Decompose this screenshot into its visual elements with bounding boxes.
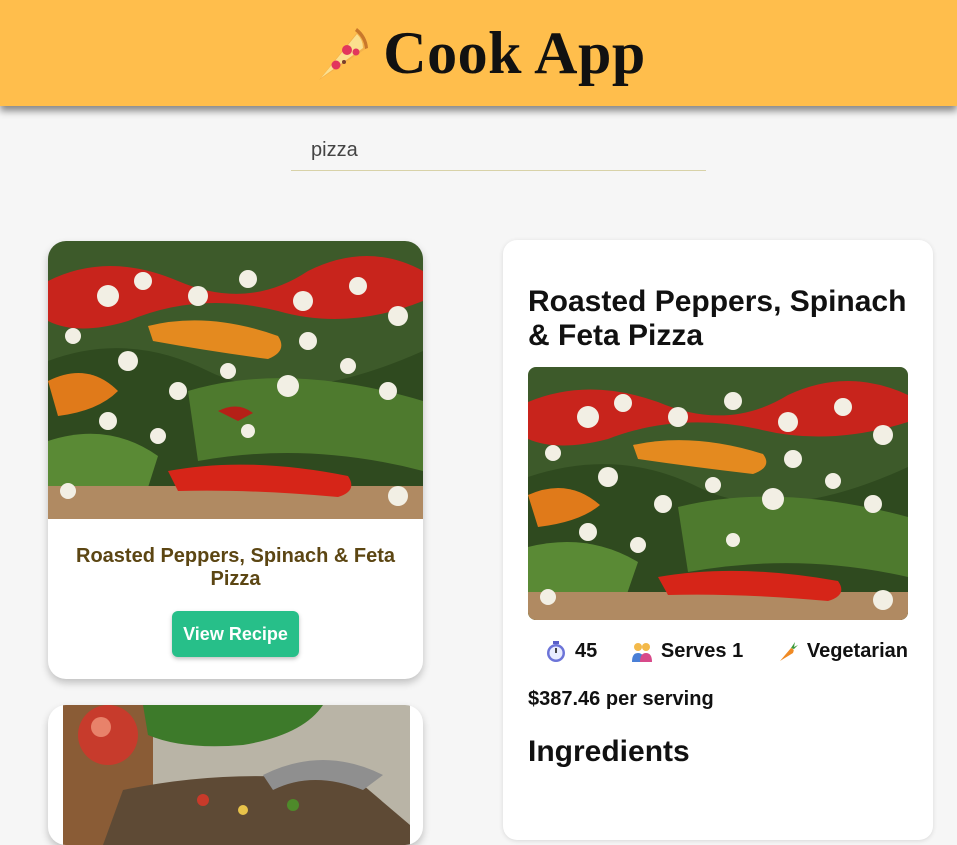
recipe-detail-image [528, 367, 908, 620]
recipe-meta: 45 Serves 1 Vegetarian [528, 640, 908, 663]
stopwatch-icon [547, 640, 565, 662]
recipe-image[interactable] [63, 705, 410, 845]
diet-type: Vegetarian [777, 640, 908, 663]
brand: Cook App [311, 22, 645, 84]
cook-time-value: 45 [575, 640, 598, 662]
recipe-card [48, 705, 423, 845]
ingredients-heading: Ingredients [528, 735, 690, 768]
recipe-detail-title: Roasted Peppers, Spinach & Feta Pizza [528, 285, 907, 352]
carrot-icon [779, 641, 798, 661]
servings: Serves 1 [631, 640, 743, 663]
search-input[interactable] [291, 131, 706, 170]
app-header: Cook App [0, 0, 957, 106]
view-recipe-button[interactable]: View Recipe [172, 611, 299, 657]
recipe-image[interactable] [48, 241, 423, 519]
price-per-serving: $387.46 per serving [528, 688, 714, 710]
recipe-card-title: Roasted Peppers, Spinach & Feta Pizza [76, 545, 395, 590]
recipe-detail-panel: Roasted Peppers, Spinach & Feta Pizza 45… [503, 240, 933, 840]
pizza-icon [319, 28, 369, 80]
cook-time: 45 [545, 640, 597, 663]
diet-value: Vegetarian [806, 640, 908, 662]
recipe-card: Roasted Peppers, Spinach & Feta Pizza Vi… [48, 241, 423, 679]
app-title: Cook App [383, 20, 646, 86]
search-bar [291, 131, 706, 171]
people-icon [631, 642, 652, 662]
servings-value: Serves 1 [660, 640, 744, 662]
